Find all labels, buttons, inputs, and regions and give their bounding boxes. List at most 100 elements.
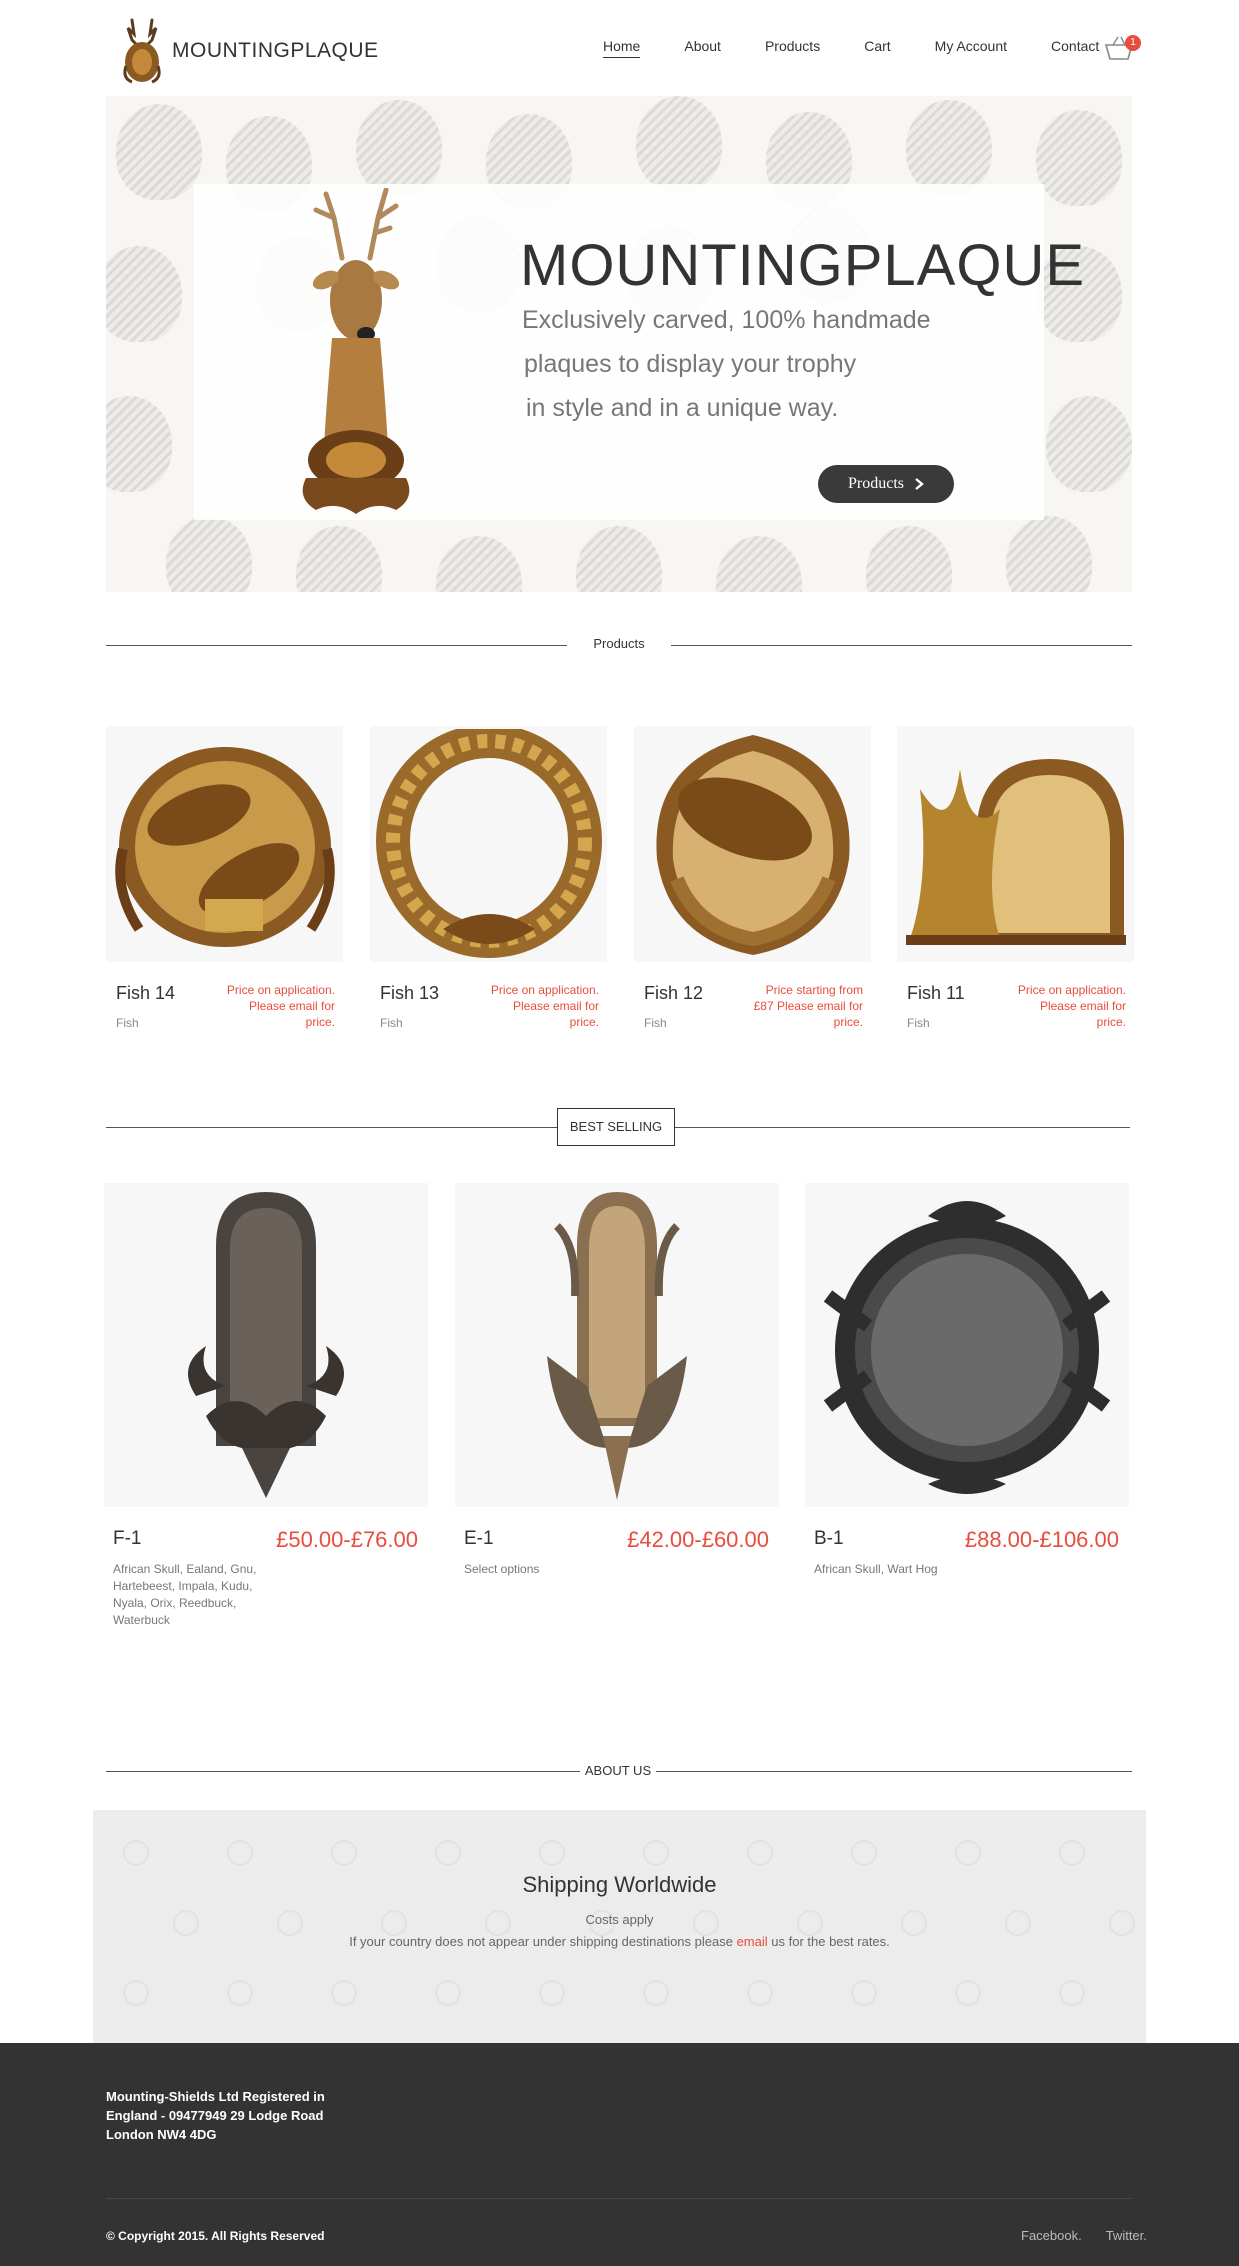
faint-decoration-icon — [851, 1840, 877, 1866]
faint-decoration-icon — [747, 1840, 773, 1866]
faint-decoration-icon — [435, 1840, 461, 1866]
product-price: Price starting from £87 Please email for… — [753, 983, 863, 1029]
best-selling-card[interactable]: E-1 £42.00-£60.00 Select options — [455, 1183, 779, 1576]
pinecone-decoration — [436, 536, 522, 592]
best-selling-desc: African Skull, Ealand, Gnu, Hartebeest, … — [113, 1562, 257, 1627]
hero-products-button-label: Products — [848, 475, 904, 492]
email-link[interactable]: email — [737, 1934, 768, 1949]
nav-my-account[interactable]: My Account — [935, 38, 1007, 58]
faint-decoration-icon — [851, 1980, 877, 2006]
pinecone-decoration — [106, 396, 172, 492]
product-card[interactable]: Fish 11 Fish Price on application. Pleas… — [897, 726, 1134, 1030]
site-header: MOUNTINGPLAQUE Home About Products Cart … — [0, 0, 1239, 96]
faint-decoration-icon — [539, 1980, 565, 2006]
pinecone-decoration — [1046, 396, 1132, 492]
faint-decoration-icon — [123, 1980, 149, 2006]
about-text: If your country does not appear under sh… — [93, 1934, 1146, 1949]
cart-count-badge: 1 — [1125, 35, 1141, 51]
nav-contact[interactable]: Contact — [1051, 38, 1099, 58]
product-price: Price on application. Please email for p… — [226, 983, 335, 1029]
nav-about[interactable]: About — [684, 38, 721, 58]
product-image[interactable] — [897, 726, 1134, 962]
pinecone-decoration — [906, 100, 992, 196]
arch-plaque-image — [905, 759, 1126, 945]
hero-banner: MOUNTINGPLAQUE Exclusively carved, 100% … — [106, 96, 1132, 592]
best-selling-desc: Select options — [464, 1562, 540, 1576]
product-name[interactable]: Fish 11 — [907, 983, 965, 1004]
nav-cart[interactable]: Cart — [864, 38, 890, 58]
best-selling-desc: African Skull, Wart Hog — [814, 1562, 938, 1576]
faint-decoration-icon — [331, 1980, 357, 2006]
product-image[interactable] — [106, 726, 343, 962]
b1-plaque-image — [823, 1201, 1111, 1494]
best-selling-image[interactable] — [805, 1183, 1129, 1507]
product-name[interactable]: Fish 12 — [644, 983, 703, 1004]
faint-decoration-icon — [227, 1840, 253, 1866]
product-card[interactable]: Fish 14 Fish Price on application. Pleas… — [106, 726, 343, 1030]
product-category: Fish — [907, 1016, 930, 1030]
pinecone-decoration — [866, 526, 952, 592]
twitter-link[interactable]: Twitter. — [1106, 2228, 1147, 2243]
nav-products[interactable]: Products — [765, 38, 820, 58]
pinecone-decoration — [1006, 516, 1092, 592]
best-selling-image[interactable] — [455, 1183, 779, 1507]
faint-decoration-icon — [539, 1840, 565, 1866]
product-image[interactable] — [370, 726, 607, 962]
e1-plaque-image — [547, 1192, 687, 1500]
best-selling-card[interactable]: F-1 £50.00-£76.00 African Skull, Ealand,… — [104, 1183, 428, 1627]
hero-products-button[interactable]: Products — [818, 465, 954, 503]
product-price: Price on application. Please email for p… — [1017, 983, 1126, 1029]
footer-divider — [106, 2198, 1132, 2199]
hero-tagline-1: Exclusively carved, 100% handmade — [522, 306, 931, 334]
copyright: © Copyright 2015. All Rights Reserved — [106, 2229, 325, 2243]
product-name[interactable]: Fish 14 — [116, 983, 175, 1004]
nav-home[interactable]: Home — [603, 38, 641, 58]
best-selling-name[interactable]: F-1 — [113, 1528, 142, 1550]
about-title: Shipping Worldwide — [522, 1872, 717, 1897]
fish-plaque-image — [114, 747, 335, 947]
pinecone-decoration — [356, 100, 442, 196]
faint-decoration-icon — [1059, 1840, 1085, 1866]
antler-logo-icon — [123, 18, 161, 84]
hero-title: MOUNTINGPLAQUE — [520, 233, 1086, 298]
best-selling-price: £50.00-£76.00 — [276, 1527, 418, 1552]
best-selling-image[interactable] — [104, 1183, 428, 1507]
wreath-plaque-image — [375, 729, 602, 958]
faint-decoration-icon — [955, 1840, 981, 1866]
logo-link[interactable]: MOUNTINGPLAQUE — [120, 16, 379, 86]
best-selling-price: £42.00-£60.00 — [627, 1527, 769, 1552]
site-footer: Mounting-Shields Ltd Registered in Engla… — [0, 2043, 1239, 2266]
faint-decoration-icon — [1059, 1980, 1085, 2006]
about-section: Shipping Worldwide Costs apply If your c… — [93, 1810, 1146, 2043]
best-selling-name[interactable]: B-1 — [814, 1528, 844, 1550]
f1-plaque-image — [188, 1192, 344, 1498]
pinecone-decoration — [716, 536, 802, 592]
about-text-after: us for the best rates. — [767, 1934, 890, 1949]
product-card[interactable]: Fish 12 Fish Price starting from £87 Ple… — [634, 726, 871, 1030]
deer-trophy-image — [302, 188, 410, 514]
main-nav: Home About Products Cart My Account Cont… — [603, 38, 1099, 58]
faint-decoration-icon — [435, 1980, 461, 2006]
pinecone-decoration — [106, 246, 182, 342]
faint-decoration-icon — [227, 1980, 253, 2006]
brand-name: MOUNTINGPLAQUE — [172, 39, 379, 62]
product-category: Fish — [116, 1016, 139, 1030]
best-selling-card[interactable]: B-1 £88.00-£106.00 African Skull, Wart H… — [805, 1183, 1129, 1576]
pinecone-decoration — [116, 104, 202, 200]
product-price: Price on application. Please email for p… — [490, 983, 599, 1029]
faint-decoration-icon — [643, 1980, 669, 2006]
faint-decoration-icon — [643, 1840, 669, 1866]
hero-tagline-2: plaques to display your trophy — [524, 350, 857, 378]
faint-decoration-icon — [747, 1980, 773, 2006]
facebook-link[interactable]: Facebook. — [1021, 2228, 1082, 2243]
faint-decoration-icon — [331, 1840, 357, 1866]
best-selling-price: £88.00-£106.00 — [964, 1527, 1119, 1552]
product-card[interactable]: Fish 13 Fish Price on application. Pleas… — [370, 726, 607, 1030]
product-category: Fish — [644, 1016, 667, 1030]
best-selling-label: BEST SELLING — [557, 1108, 675, 1146]
pinecone-decoration — [636, 96, 722, 192]
pinecone-decoration — [1036, 110, 1122, 206]
product-image[interactable] — [634, 726, 871, 962]
product-name[interactable]: Fish 13 — [380, 983, 439, 1004]
best-selling-name[interactable]: E-1 — [464, 1528, 494, 1550]
